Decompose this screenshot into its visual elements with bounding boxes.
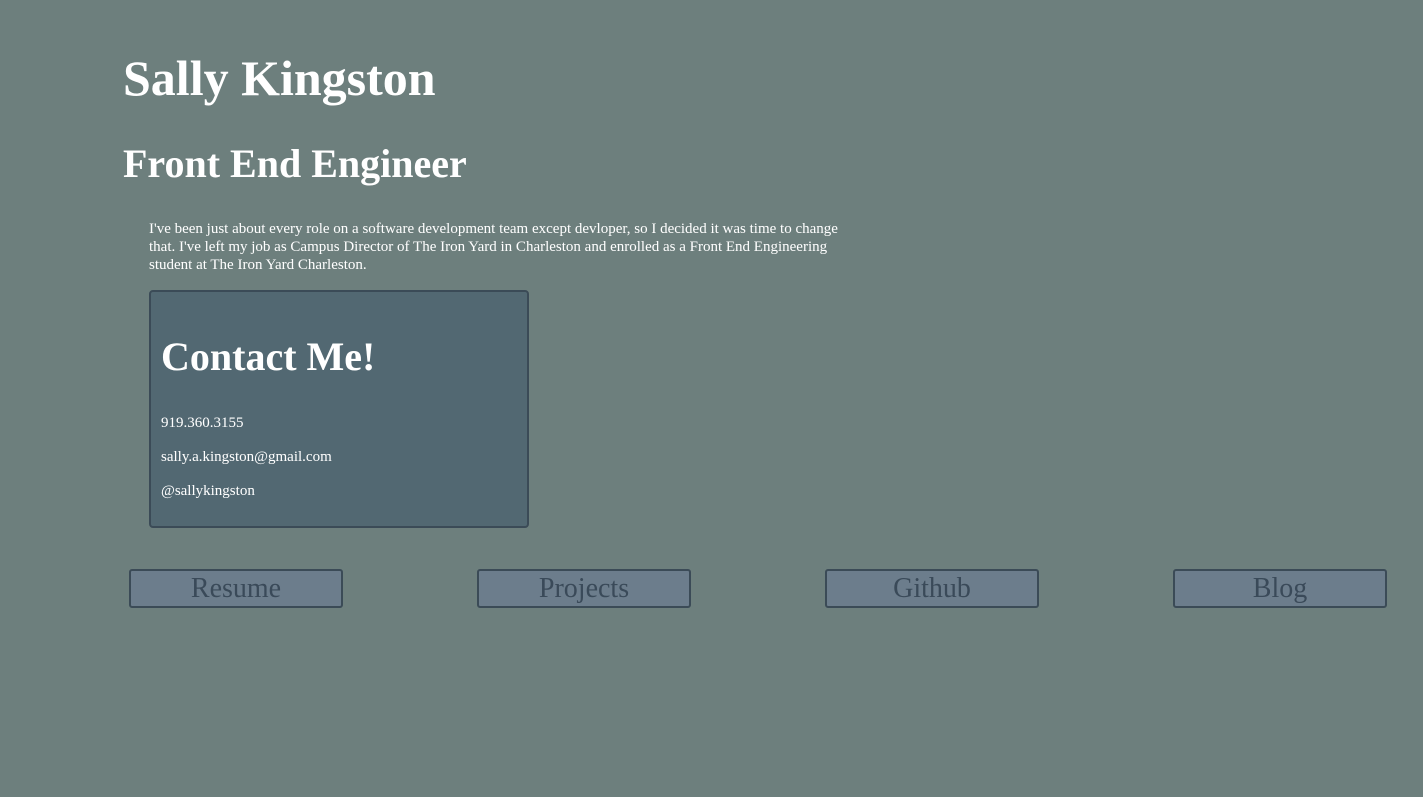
projects-button[interactable]: Projects xyxy=(477,569,691,608)
contact-phone: 919.360.3155 xyxy=(161,415,244,431)
contact-handle: @sallykingston xyxy=(161,483,255,499)
contact-title: Contact Me! xyxy=(161,334,376,379)
contact-email: sally.a.kingston@gmail.com xyxy=(161,449,332,465)
bio-text: I've been just about every role on a sof… xyxy=(149,221,838,273)
github-button[interactable]: Github xyxy=(825,569,1039,608)
resume-button[interactable]: Resume xyxy=(129,569,343,608)
page-subtitle: Front End Engineer xyxy=(123,141,467,186)
blog-button[interactable]: Blog xyxy=(1173,569,1387,608)
contact-card: Contact Me! 919.360.3155 sally.a.kingsto… xyxy=(149,290,529,528)
page-title: Sally Kingston xyxy=(123,50,436,106)
